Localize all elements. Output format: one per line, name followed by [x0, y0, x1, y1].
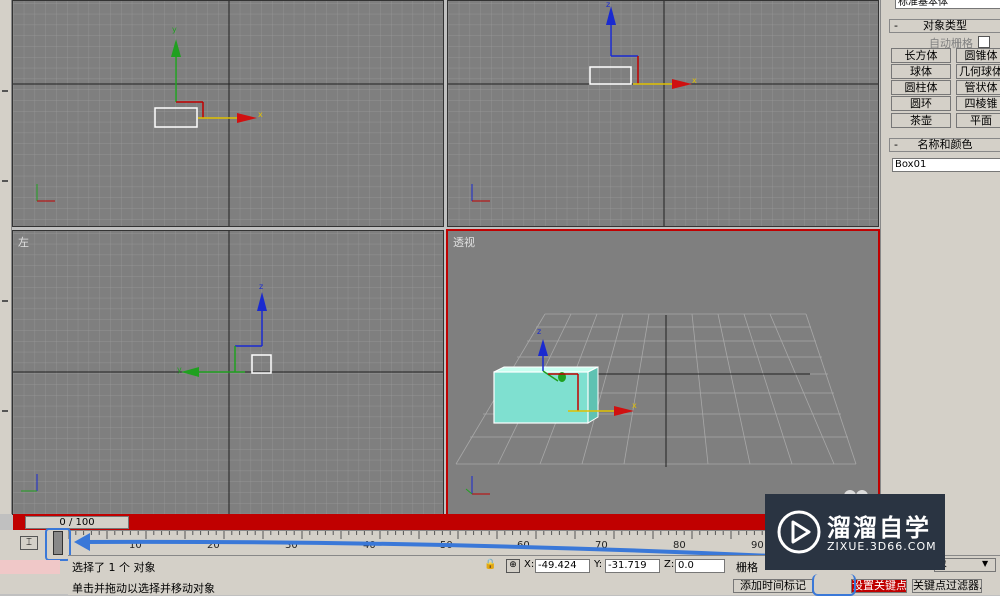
viewport-top-canvas — [13, 1, 443, 226]
viewport-left-label: 左 — [18, 236, 29, 249]
viewport-perspective[interactable]: 透视 — [446, 229, 880, 516]
viewport-perspective-canvas — [448, 231, 878, 514]
create-plane-button[interactable]: 平面 — [956, 113, 1000, 128]
object-type-header: 对象类型 — [923, 19, 967, 32]
create-geosphere-button[interactable]: 几何球体 — [956, 64, 1000, 79]
viewport-top[interactable] — [12, 0, 444, 227]
autogrid-checkbox[interactable] — [978, 36, 990, 48]
selection-status: 选择了 1 个 对象 — [72, 561, 156, 574]
viewport-front-canvas — [448, 1, 878, 226]
create-sphere-button[interactable]: 球体 — [891, 64, 951, 79]
viewport-left[interactable]: 左 — [12, 230, 444, 515]
dropdown-arrow-icon[interactable]: ▼ — [982, 559, 988, 568]
axis-label-x-persp: x — [632, 401, 637, 410]
x-label: X: — [524, 559, 535, 570]
watermark: 溜溜自学 ZIXUE.3D66.COM — [765, 494, 945, 570]
axis-label-z-persp: z — [537, 327, 542, 336]
axis-label-z-front: z — [606, 0, 611, 9]
category-dropdown[interactable]: 标准基本体 — [895, 0, 1000, 9]
create-torus-button[interactable]: 圆环 — [891, 96, 951, 111]
name-color-rollout-header[interactable]: - 名称和颜色 — [889, 138, 1000, 152]
viewport-left-canvas — [13, 231, 443, 514]
add-time-tag-button[interactable]: 添加时间标记 — [733, 579, 813, 593]
axis-label-z-left: z — [259, 282, 264, 291]
x-coordinate-field[interactable]: -49.424 — [535, 559, 590, 573]
create-pyramid-button[interactable]: 四棱锥 — [956, 96, 1000, 111]
lock-icon[interactable]: 🔒 — [484, 559, 496, 570]
object-name-field[interactable]: Box01 — [892, 158, 1000, 172]
z-label: Z: — [664, 559, 675, 570]
y-coordinate-field[interactable]: -31.719 — [605, 559, 660, 573]
command-panel: 标准基本体 - 对象类型 自动栅格 长方体 圆锥体 球体 几何球体 圆柱体 管状体… — [880, 0, 1000, 555]
left-toolbar-strip — [0, 0, 12, 514]
watermark-url: ZIXUE.3D66.COM — [827, 540, 937, 553]
mini-curve-editor-icon[interactable]: ⌶ — [20, 536, 38, 550]
create-box-button[interactable]: 长方体 — [891, 48, 951, 63]
y-label: Y: — [594, 559, 603, 570]
axis-label-y-top: y — [172, 25, 177, 34]
key-filters-button[interactable]: 关键点过滤器... — [912, 579, 982, 593]
viewport-front[interactable] — [447, 0, 879, 227]
object-type-rollout-header[interactable]: - 对象类型 — [889, 19, 1000, 33]
create-teapot-button[interactable]: 茶壶 — [891, 113, 951, 128]
absolute-mode-icon[interactable]: ⊕ — [506, 559, 520, 573]
pink-bar — [0, 560, 60, 574]
watermark-title: 溜溜自学 — [827, 514, 931, 542]
create-cone-button[interactable]: 圆锥体 — [956, 48, 1000, 63]
grid-label: 栅格 — [736, 561, 758, 574]
viewport-perspective-label: 透视 — [453, 236, 475, 249]
axis-label-y-left: y — [177, 365, 182, 374]
axis-label-x-front: x — [692, 76, 697, 85]
set-key-button[interactable]: 设置关键点 — [851, 579, 907, 593]
play-logo-icon — [777, 510, 821, 554]
axis-label-x-top: x — [258, 110, 263, 119]
name-color-header: 名称和颜色 — [917, 138, 973, 151]
create-cylinder-button[interactable]: 圆柱体 — [891, 80, 951, 95]
create-tube-button[interactable]: 管状体 — [956, 80, 1000, 95]
set-key-callout-box — [812, 574, 856, 596]
z-coordinate-field[interactable]: 0.0 — [675, 559, 725, 573]
